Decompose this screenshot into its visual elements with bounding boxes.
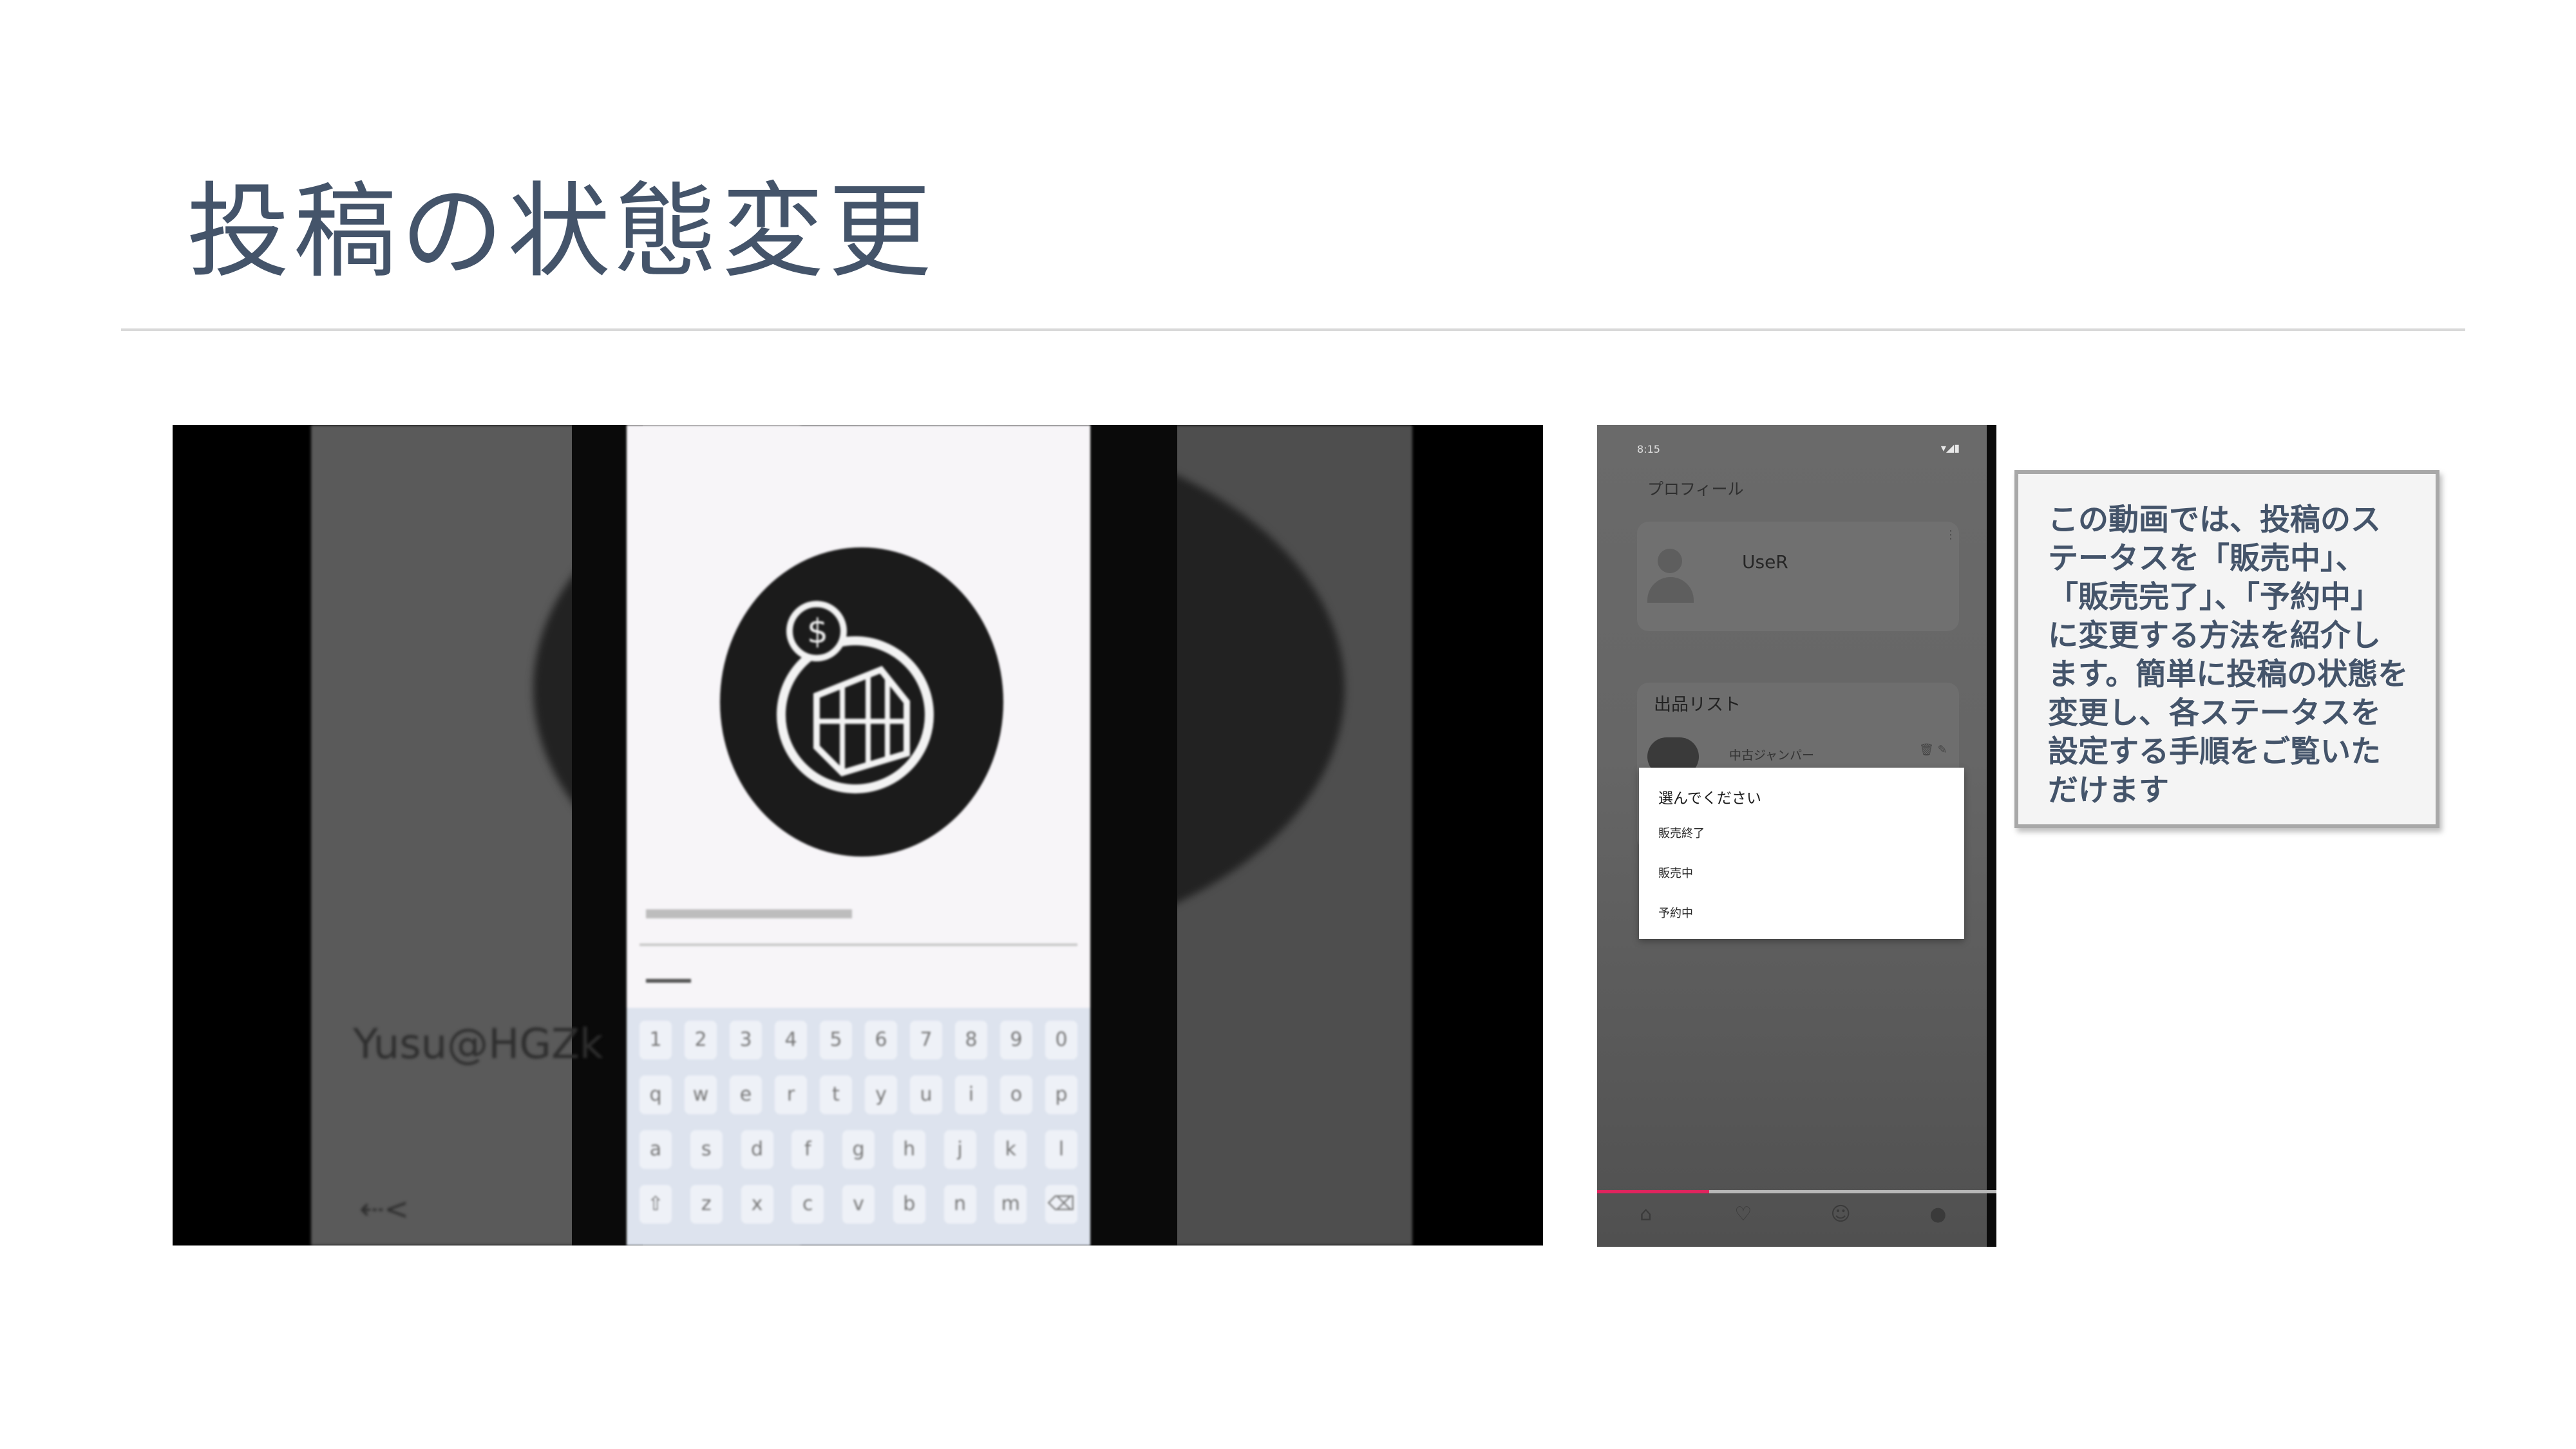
- keyboard-key[interactable]: 2: [685, 1021, 717, 1059]
- status-bar-icons: ▾◢▮: [1940, 442, 1960, 454]
- keyboard-key[interactable]: 9: [1000, 1021, 1032, 1059]
- keyboard-key[interactable]: q: [639, 1075, 672, 1114]
- keyboard-key[interactable]: i: [955, 1075, 987, 1114]
- keyboard-key[interactable]: j: [943, 1130, 976, 1169]
- dialog-option-on-sale[interactable]: 販売中: [1658, 864, 1693, 881]
- description-box: この動画では、投稿のステータスを「販売中」、「販売完了」、「予約中」に変更する方…: [2014, 470, 2439, 828]
- keyboard-key[interactable]: c: [791, 1185, 824, 1224]
- keyboard-key[interactable]: e: [730, 1075, 762, 1114]
- blurred-share-icon: ⇠<: [359, 1191, 410, 1226]
- keyboard-key[interactable]: 3: [730, 1021, 762, 1059]
- blurred-handle-text: Yusu@HGZk: [353, 1021, 603, 1068]
- keyboard-key[interactable]: 1: [639, 1021, 672, 1059]
- person-icon[interactable]: ●: [1918, 1203, 1957, 1226]
- keyboard-key[interactable]: r: [775, 1075, 807, 1114]
- avatar-icon: [1647, 549, 1694, 603]
- right-video-frame[interactable]: 8:15 ▾◢▮ プロフィール UseR ⋮ 出品リスト 中古ジャンパー 🗑 ✎…: [1597, 425, 1996, 1247]
- keyboard-row: asdfghjkl: [639, 1130, 1077, 1169]
- svg-text:$: $: [807, 612, 828, 651]
- keyboard-key[interactable]: a: [639, 1130, 672, 1169]
- video-progress-bar[interactable]: [1597, 1190, 1996, 1193]
- description-text: この動画では、投稿のステータスを「販売中」、「販売完了」、「予約中」に変更する方…: [2048, 502, 2409, 808]
- chat-icon[interactable]: ☺: [1821, 1203, 1860, 1226]
- dialog-option-reserved[interactable]: 予約中: [1658, 904, 1693, 921]
- slide-title: 投稿の状態変更: [187, 171, 936, 292]
- keyboard-key[interactable]: l: [1045, 1130, 1077, 1169]
- keyboard-key[interactable]: t: [820, 1075, 852, 1114]
- keyboard-key[interactable]: y: [865, 1075, 897, 1114]
- email-input-underline: [639, 943, 1077, 946]
- keyboard-key[interactable]: m: [994, 1185, 1027, 1224]
- listing-item-title[interactable]: 中古ジャンパー: [1729, 746, 1814, 763]
- keyboard-row: 1234567890: [639, 1021, 1077, 1059]
- keyboard-key[interactable]: z: [690, 1185, 723, 1224]
- keyboard-key[interactable]: f: [791, 1130, 824, 1169]
- video-progress-fill: [1597, 1190, 1709, 1193]
- home-icon[interactable]: ⌂: [1627, 1203, 1665, 1226]
- keyboard-key[interactable]: 5: [820, 1021, 852, 1059]
- keyboard-key[interactable]: w: [685, 1075, 717, 1114]
- keyboard-key[interactable]: 6: [865, 1021, 897, 1059]
- app-logo-icon: $: [720, 547, 1003, 857]
- user-name: UseR: [1742, 551, 1788, 573]
- keyboard-key[interactable]: d: [741, 1130, 773, 1169]
- phone-profile-screen: 8:15 ▾◢▮ プロフィール UseR ⋮ 出品リスト 中古ジャンパー 🗑 ✎…: [1597, 425, 1987, 1247]
- keyboard-key[interactable]: h: [893, 1130, 925, 1169]
- keyboard-row: ⇧ z x c v b n m ⌫: [639, 1185, 1077, 1224]
- dialog-title: 選んでください: [1658, 790, 1761, 807]
- listing-section-title: 出品リスト: [1654, 695, 1741, 715]
- phone-login-screen: $ 1234567890 qwertyuiop asdfghjkl ⇧ z x c v b…: [627, 425, 1090, 1245]
- keyboard-key[interactable]: 4: [775, 1021, 807, 1059]
- keyboard-key[interactable]: ⌫: [1045, 1185, 1077, 1224]
- listing-action-icons[interactable]: 🗑 ✎: [1919, 743, 1947, 757]
- title-divider: [121, 328, 2465, 331]
- keyboard-key[interactable]: 0: [1045, 1021, 1077, 1059]
- keyboard-key[interactable]: u: [910, 1075, 942, 1114]
- keyboard-key[interactable]: 8: [955, 1021, 987, 1059]
- keyboard-key[interactable]: b: [893, 1185, 925, 1224]
- heart-icon[interactable]: ♡: [1724, 1203, 1763, 1226]
- keyboard-key[interactable]: k: [994, 1130, 1027, 1169]
- more-menu-icon[interactable]: ⋮: [1945, 528, 1956, 542]
- bottom-navigation: ⌂ ♡ ☺ ●: [1597, 1195, 1987, 1233]
- email-input-text[interactable]: [646, 909, 852, 918]
- keyboard-key[interactable]: x: [741, 1185, 773, 1224]
- keyboard-key[interactable]: n: [943, 1185, 976, 1224]
- keyboard-row: qwertyuiop: [639, 1075, 1077, 1114]
- keyboard-key[interactable]: g: [842, 1130, 875, 1169]
- keyboard-key[interactable]: 7: [910, 1021, 942, 1059]
- status-select-dialog: 選んでください 販売終了 販売中 予約中: [1639, 768, 1964, 939]
- password-input[interactable]: [646, 979, 691, 983]
- keyboard-key[interactable]: p: [1045, 1075, 1077, 1114]
- status-bar-time: 8:15: [1637, 443, 1660, 455]
- keyboard-key[interactable]: s: [690, 1130, 723, 1169]
- on-screen-keyboard[interactable]: 1234567890 qwertyuiop asdfghjkl ⇧ z x c v b n m…: [627, 1008, 1090, 1245]
- keyboard-key[interactable]: v: [842, 1185, 875, 1224]
- keyboard-key[interactable]: ⇧: [639, 1185, 672, 1224]
- dark-band: [1087, 425, 1177, 1245]
- keyboard-key[interactable]: o: [1000, 1075, 1032, 1114]
- profile-header-title: プロフィール: [1647, 480, 1744, 498]
- dialog-option-sold-out[interactable]: 販売終了: [1658, 824, 1705, 841]
- left-video-frame[interactable]: Yusu@HGZk ⇠< $ 1234567890 qwertyuiop asd…: [173, 425, 1543, 1245]
